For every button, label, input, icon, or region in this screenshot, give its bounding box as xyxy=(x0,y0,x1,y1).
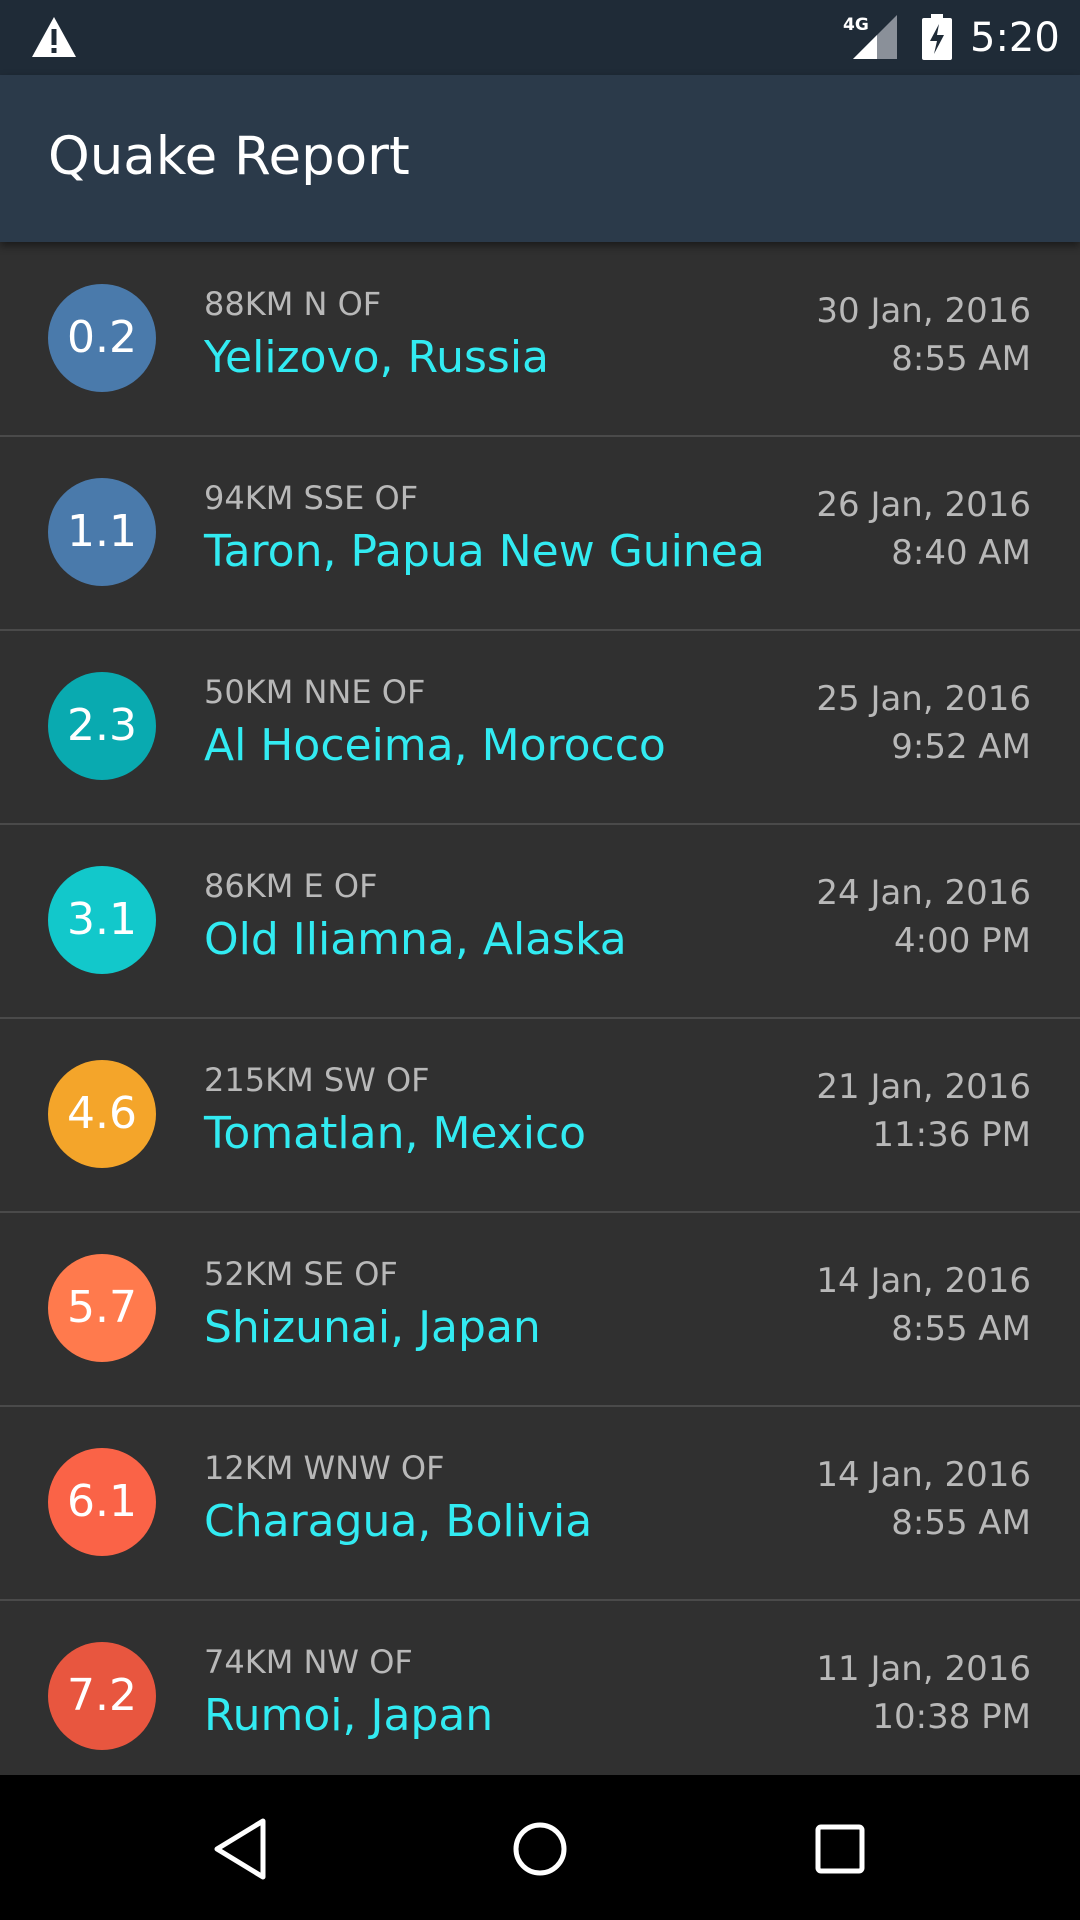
location-name: Rumoi, Japan xyxy=(204,1690,494,1741)
location-offset: 74KM NW OF xyxy=(204,1643,413,1681)
quake-date: 21 Jan, 2016 xyxy=(816,1067,1031,1107)
app-title: Quake Report xyxy=(48,126,410,187)
quake-date: 11 Jan, 2016 xyxy=(816,1649,1031,1689)
magnitude-badge: 1.1 xyxy=(48,478,156,586)
location-offset: 52KM SE OF xyxy=(204,1255,398,1293)
quake-time: 8:55 AM xyxy=(891,1503,1031,1543)
quake-date: 24 Jan, 2016 xyxy=(816,873,1031,913)
location-offset: 86KM E OF xyxy=(204,867,378,905)
quake-time: 10:38 PM xyxy=(872,1697,1031,1737)
location-name: Old Iliamna, Alaska xyxy=(204,914,627,965)
status-clock: 5:20 xyxy=(970,15,1060,61)
quake-date: 30 Jan, 2016 xyxy=(816,291,1031,331)
location-offset: 12KM WNW OF xyxy=(204,1449,445,1487)
magnitude-badge: 7.2 xyxy=(48,1642,156,1750)
magnitude-badge: 6.1 xyxy=(48,1448,156,1556)
quake-date: 14 Jan, 2016 xyxy=(816,1261,1031,1301)
quake-date: 26 Jan, 2016 xyxy=(816,485,1031,525)
earthquake-list-item[interactable]: 2.3 50KM NNE OF Al Hoceima, Morocco 25 J… xyxy=(0,630,1080,825)
signal-icon: 4G xyxy=(843,15,897,59)
quake-time: 9:52 AM xyxy=(891,727,1031,767)
location-offset: 215KM SW OF xyxy=(204,1061,430,1099)
location-name: Shizunai, Japan xyxy=(204,1302,541,1353)
location-name: Yelizovo, Russia xyxy=(204,332,550,383)
quake-time: 8:55 AM xyxy=(891,339,1031,379)
location-offset: 94KM SSE OF xyxy=(204,479,419,517)
location-offset: 50KM NNE OF xyxy=(204,673,426,711)
location-name: Taron, Papua New Guinea xyxy=(204,526,765,577)
earthquake-list-item[interactable]: 3.1 86KM E OF Old Iliamna, Alaska 24 Jan… xyxy=(0,824,1080,1019)
warning-icon xyxy=(32,17,76,57)
magnitude-badge: 3.1 xyxy=(48,866,156,974)
quake-date: 14 Jan, 2016 xyxy=(816,1455,1031,1495)
quake-date: 25 Jan, 2016 xyxy=(816,679,1031,719)
quake-time: 8:40 AM xyxy=(891,533,1031,573)
earthquake-list-item[interactable]: 5.7 52KM SE OF Shizunai, Japan 14 Jan, 2… xyxy=(0,1212,1080,1407)
earthquake-list-item[interactable]: 0.2 88KM N OF Yelizovo, Russia 30 Jan, 2… xyxy=(0,242,1080,437)
earthquake-list-item[interactable]: 6.1 12KM WNW OF Charagua, Bolivia 14 Jan… xyxy=(0,1406,1080,1601)
location-name: Charagua, Bolivia xyxy=(204,1496,593,1547)
earthquake-list-item[interactable]: 1.1 94KM SSE OF Taron, Papua New Guinea … xyxy=(0,436,1080,631)
earthquake-list[interactable]: 0.2 88KM N OF Yelizovo, Russia 30 Jan, 2… xyxy=(0,242,1080,1775)
back-icon[interactable] xyxy=(203,1811,279,1887)
app-bar: Quake Report xyxy=(0,75,1080,242)
location-name: Tomatlan, Mexico xyxy=(204,1108,587,1159)
navigation-bar xyxy=(0,1775,1080,1920)
magnitude-badge: 5.7 xyxy=(48,1254,156,1362)
location-offset: 88KM N OF xyxy=(204,285,382,323)
magnitude-badge: 2.3 xyxy=(48,672,156,780)
recents-icon[interactable] xyxy=(802,1811,878,1887)
earthquake-list-item[interactable]: 7.2 74KM NW OF Rumoi, Japan 11 Jan, 2016… xyxy=(0,1600,1080,1775)
location-name: Al Hoceima, Morocco xyxy=(204,720,666,771)
status-bar: 4G 5:20 xyxy=(0,0,1080,75)
quake-time: 11:36 PM xyxy=(872,1115,1031,1155)
battery-charging-icon xyxy=(922,14,952,60)
network-type-label: 4G xyxy=(843,15,869,35)
quake-time: 4:00 PM xyxy=(894,921,1031,961)
earthquake-list-item[interactable]: 4.6 215KM SW OF Tomatlan, Mexico 21 Jan,… xyxy=(0,1018,1080,1213)
magnitude-badge: 4.6 xyxy=(48,1060,156,1168)
quake-time: 8:55 AM xyxy=(891,1309,1031,1349)
magnitude-badge: 0.2 xyxy=(48,284,156,392)
home-icon[interactable] xyxy=(502,1811,578,1887)
